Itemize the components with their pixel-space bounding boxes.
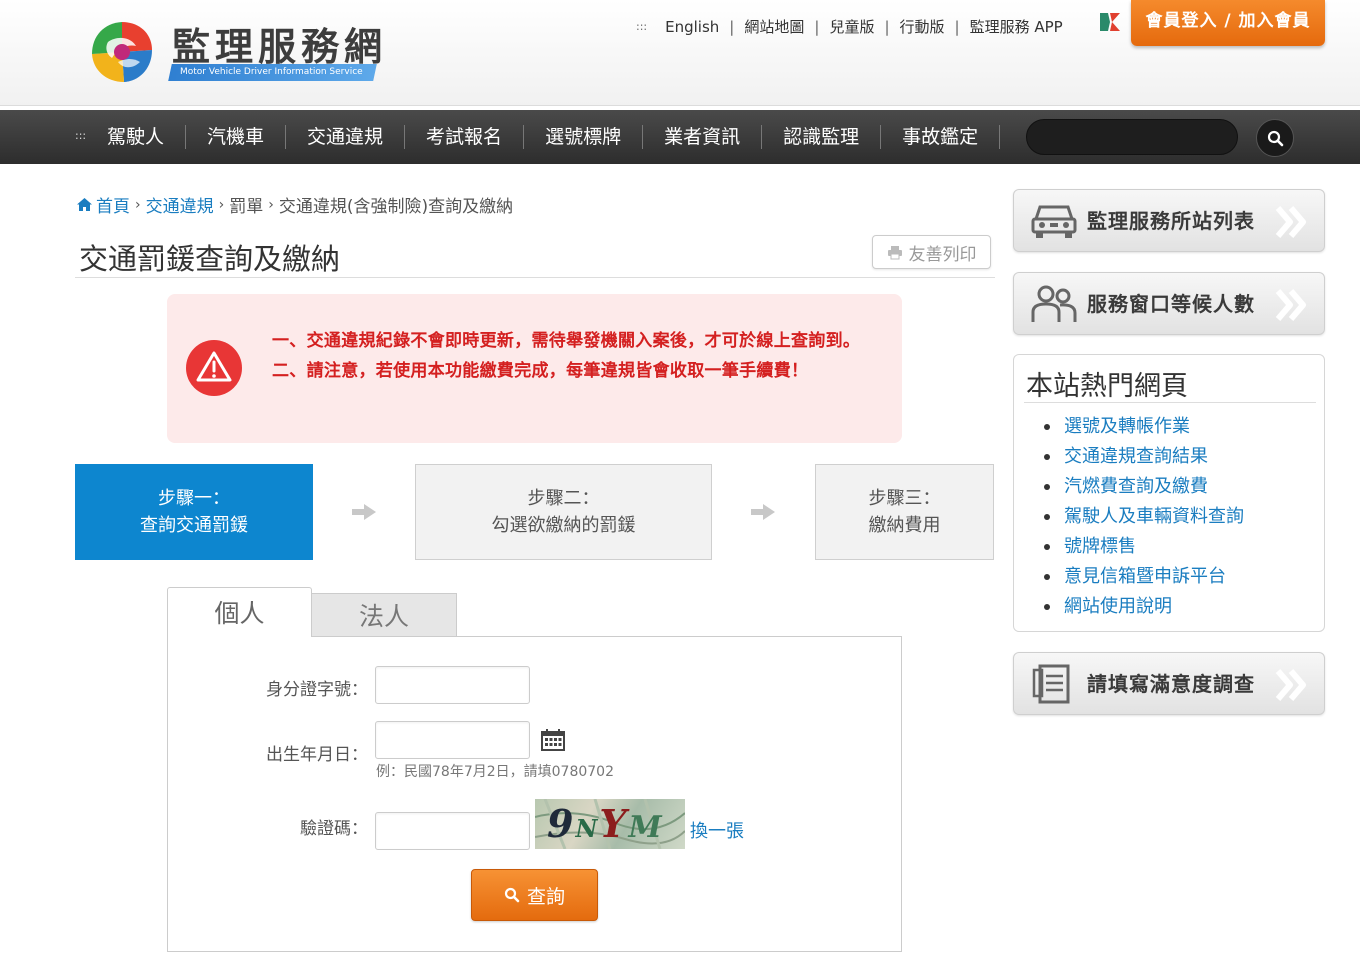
ministry-flag-icon[interactable] — [1098, 11, 1122, 33]
breadcrumb-home[interactable]: 首頁 — [96, 192, 130, 217]
search-icon — [504, 887, 520, 903]
queue-count-label: 服務窗口等候人數 — [1087, 292, 1255, 316]
captcha-text: 9NYM — [547, 801, 664, 846]
popular-pages-panel: 本站熱門網頁 選號及轉帳作業 交通違規查詢結果 汽燃費查詢及繳費 駕駛人及車輛資… — [1013, 354, 1325, 632]
query-button[interactable]: 查詢 — [471, 869, 598, 921]
nav-item-violation[interactable]: 交通違規 — [286, 125, 406, 149]
id-number-input[interactable] — [375, 666, 530, 704]
nav-item-about[interactable]: 認識監理 — [762, 125, 882, 149]
main-nav: ::: 駕駛人 汽機車 交通違規 考試報名 選號標牌 業者資訊 認識監理 事故鑑… — [0, 110, 1360, 164]
list-item: 汽燃費查詢及繳費 — [1044, 472, 1244, 502]
list-item: 網站使用說明 — [1044, 592, 1244, 622]
query-label: 查詢 — [526, 885, 565, 908]
search-icon — [1267, 130, 1284, 147]
tab-corporate[interactable]: 法人 — [311, 593, 457, 637]
breadcrumb-ticket: 罰單 — [229, 197, 264, 217]
notice-box: 一、交通違規紀錄不會即時更新，需待舉發機關入案後，才可於線上查詢到。 二、請注意… — [167, 294, 902, 443]
id-label: 身分證字號： — [266, 680, 368, 700]
breadcrumb-violation[interactable]: 交通違規 — [146, 192, 214, 217]
accesskey-dots[interactable]: ::: — [636, 20, 647, 33]
survey-label: 請填寫滿意度調查 — [1087, 672, 1255, 696]
nav-accesskey-dots[interactable]: ::: — [75, 129, 86, 142]
list-item: 交通違規查詢結果 — [1044, 442, 1244, 472]
notice-line-2: 二、請注意，若使用本功能繳費完成，每筆違規皆會收取一筆手續費！ — [272, 361, 809, 381]
popular-link-feedback[interactable]: 意見信箱暨申訴平台 — [1064, 566, 1226, 587]
notice-line-1: 一、交通違規紀錄不會即時更新，需待舉發機關入案後，才可於線上查詢到。 — [272, 331, 861, 351]
double-chevron-right-icon — [1275, 206, 1306, 238]
car-icon — [1031, 205, 1077, 238]
link-app[interactable]: 監理服務 APP — [970, 16, 1063, 37]
nav-search-input[interactable] — [1026, 119, 1238, 155]
list-item: 意見信箱暨申訴平台 — [1044, 562, 1244, 592]
nav-item-accident[interactable]: 事故鑑定 — [881, 125, 1001, 149]
popular-link-driver-vehicle-data[interactable]: 駕駛人及車輛資料查詢 — [1064, 506, 1244, 527]
notice-text: 一、交通違規紀錄不會即時更新，需待舉發機關入案後，才可於線上查詢到。 二、請注意… — [272, 326, 897, 386]
link-kids[interactable]: 兒童版 — [829, 16, 874, 37]
nav-item-business[interactable]: 業者資訊 — [643, 125, 763, 149]
logo-emblem-icon — [92, 22, 152, 82]
list-item: 號牌標售 — [1044, 532, 1244, 562]
calendar-icon[interactable] — [541, 729, 565, 751]
link-sitemap[interactable]: 網站地圖 — [744, 16, 804, 37]
nav-item-exam[interactable]: 考試報名 — [405, 125, 525, 149]
logo-subtitle: Motor Vehicle Driver Information Service — [168, 64, 377, 81]
step-three: 步驟三： 繳納費用 — [815, 464, 994, 560]
captcha-label: 驗證碼： — [300, 819, 368, 839]
birthdate-hint: 例：民國78年7月2日，請填0780702 — [376, 764, 614, 780]
list-item: 選號及轉帳作業 — [1044, 412, 1244, 442]
arrow-right-icon — [751, 504, 775, 520]
print-label: 友善列印 — [908, 244, 977, 265]
home-icon — [77, 198, 92, 211]
title-divider — [75, 277, 995, 278]
breadcrumb-current: 交通違規(含強制險)查詢及繳納 — [278, 197, 514, 217]
popular-pages-title: 本站熱門網頁 — [1026, 371, 1188, 402]
double-chevron-right-icon — [1275, 289, 1306, 321]
popular-link-plate-auction[interactable]: 號牌標售 — [1064, 536, 1136, 557]
logo-title: 監理服務網 — [172, 24, 388, 69]
breadcrumb: 首頁 › 交通違規 › 罰單 › 交通違規(含強制險)查詢及繳納 — [76, 192, 513, 217]
warning-icon — [186, 340, 242, 396]
nav-search-button[interactable] — [1256, 119, 1294, 157]
double-chevron-right-icon — [1275, 669, 1306, 701]
nav-item-vehicle[interactable]: 汽機車 — [186, 125, 287, 149]
station-list-button[interactable]: 監理服務所站列表 — [1013, 189, 1325, 252]
people-icon — [1031, 285, 1077, 322]
station-list-label: 監理服務所站列表 — [1087, 209, 1255, 233]
popular-pages-list: 選號及轉帳作業 交通違規查詢結果 汽燃費查詢及繳費 駕駛人及車輛資料查詢 號牌標… — [1044, 412, 1244, 622]
refresh-captcha-link[interactable]: 換一張 — [690, 817, 744, 843]
step-one: 步驟一： 查詢交通罰鍰 — [75, 464, 313, 560]
site-header: 監理服務網 Motor Vehicle Driver Information S… — [0, 0, 1360, 106]
nav-item-plate[interactable]: 選號標牌 — [524, 125, 644, 149]
captcha-image: 9NYM — [535, 799, 685, 849]
survey-button[interactable]: 請填寫滿意度調查 — [1013, 652, 1325, 715]
arrow-right-icon — [352, 504, 376, 520]
popular-link-plate-transfer[interactable]: 選號及轉帳作業 — [1064, 416, 1190, 437]
site-logo[interactable]: 監理服務網 Motor Vehicle Driver Information S… — [88, 16, 408, 88]
link-mobile[interactable]: 行動版 — [900, 16, 945, 37]
nav-item-driver[interactable]: 駕駛人 — [86, 125, 187, 149]
birthdate-input[interactable] — [375, 721, 530, 759]
popular-link-violation-result[interactable]: 交通違規查詢結果 — [1064, 446, 1208, 467]
step-two: 步驟二： 勾選欲繳納的罰鍰 — [415, 464, 712, 560]
popular-link-fuel-fee[interactable]: 汽燃費查詢及繳費 — [1064, 476, 1208, 497]
link-english[interactable]: English — [665, 18, 719, 36]
member-login-button[interactable]: 會員登入 / 加入會員 — [1131, 0, 1325, 46]
survey-document-icon — [1032, 664, 1070, 704]
printer-icon — [887, 245, 902, 259]
birth-label: 出生年月日： — [266, 745, 368, 765]
print-button[interactable]: 友善列印 — [872, 235, 991, 269]
captcha-input[interactable] — [375, 812, 530, 850]
page-title: 交通罰鍰查詢及繳納 — [79, 242, 341, 276]
popular-link-site-guide[interactable]: 網站使用說明 — [1064, 596, 1172, 617]
list-item: 駕駛人及車輛資料查詢 — [1044, 502, 1244, 532]
queue-count-button[interactable]: 服務窗口等候人數 — [1013, 272, 1325, 335]
top-links: ::: English | 網站地圖 | 兒童版 | 行動版 | 監理服務 AP… — [636, 16, 1063, 37]
tab-individual[interactable]: 個人 — [167, 587, 312, 637]
